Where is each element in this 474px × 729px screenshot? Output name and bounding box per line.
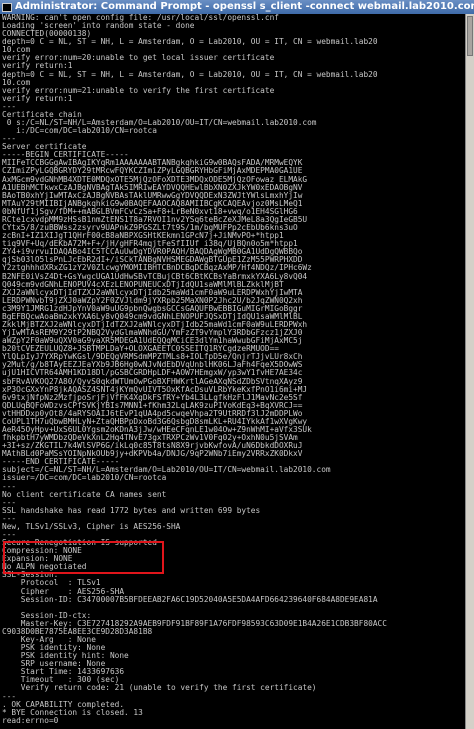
console-line: read:errno=0 [2, 716, 59, 725]
command-prompt-icon [2, 2, 12, 12]
console-line: vtHHDDxp0yOt8/4aRYSOAIJ6tEvP1qUA4pd5cwqe… [2, 409, 303, 418]
console-line: MIIFeTCCBGGgAwIBAgIKYqRm1AAAAAAABTANBgkq… [2, 159, 303, 168]
console-line: c3M9Y1JMRG1zdHJpYnV0aW9uUG9pbnQwgbsGCCsG… [2, 304, 303, 313]
console-line: --- [2, 514, 17, 523]
console-line: Certificate chain [2, 110, 82, 119]
scrollbar[interactable] [465, 14, 474, 729]
console-line: --- [2, 482, 17, 491]
title-bar: Administrator: Command Prompt - openssl … [0, 0, 474, 14]
console-line: AxMGcm9vdGNhMB4XDTE0MDQxOTE5MjQzOFoXDTE3… [2, 175, 308, 184]
window-title: Administrator: Command Prompt - openssl … [15, 1, 474, 12]
ssl-session-highlight [3, 541, 164, 574]
console-line: Cipher : AES256-SHA [2, 587, 125, 596]
console-line: verify error:num=20:unable to get local … [2, 54, 275, 63]
console-line: --- [2, 102, 17, 111]
console-line: Verify return code: 21 (unable to verify… [2, 684, 317, 693]
console-line: --- [2, 498, 17, 507]
console-line: CZImiZPyLGQBGRYDY29tMRcwFQYKCZImiZPyLGQB… [2, 167, 303, 176]
console-line: xP3OcGXxYnP8jkAQASZ4SNT4jKYmQvUIVT5OxKfA… [2, 385, 308, 394]
console-line: aWZpY2F0aW9uQXV0aG9yaXR5MDEGA1UdEQQqMCiC… [2, 337, 303, 346]
console-line: Session-ID-ctx: [2, 611, 92, 620]
console-line: CoUPL1TH7uQbwBMHLyN+ZtaQHBPpDxoBd3G6Qsbg… [2, 417, 308, 426]
console-line: * BYE Connection is closed. 13 [2, 708, 143, 717]
console-line: issuer=/DC=com/DC=lab2010/CN=rootca [2, 474, 167, 483]
console-line: 0 s:/C=NL/ST=NH/L=Amsterdam/O=Lab2010/OU… [2, 119, 317, 128]
console-line: depth=0 C = NL, ST = NH, L = Amsterdam, … [2, 38, 378, 47]
console-line: PSK identity: None [2, 644, 106, 653]
console-line: --- [2, 135, 17, 144]
console-line: Key-Arg : None [2, 636, 96, 645]
console-line: i:/DC=com/DC=lab2010/CN=rootca [2, 127, 157, 136]
console-output[interactable]: WARNING: can't open config file: /usr/lo… [0, 14, 466, 729]
console-line: Y2ztghhhdXRxZG1zY2V0ZlcwgYMOMIIBHTCBnDCB… [2, 264, 312, 273]
console-line: Protocol : TLSv1 [2, 579, 101, 588]
console-line: 0bNfUf1jSgv/fDM++mABGLBVmFCvCzSa+F8+LrBe… [2, 207, 298, 216]
console-line: --- [2, 531, 17, 539]
console-line: ZXJ2aWNlcyxDTjIdTZXJ2aWNlcyxDTjIdb25maWd… [2, 288, 303, 297]
console-line: 10.com [2, 78, 31, 87]
console-line: Master-Key: C3E727418292A9AEB9FDF91BF89F… [2, 619, 387, 628]
console-line: QDLUqBQFoWDzvsCPfSVKjYBIs7MNN1+fKhm32LqL… [2, 401, 303, 410]
console-line: A1UEBhMCTkwxCzAJBgNVBAgTAk5IMRIwEAYDVQQH… [2, 183, 303, 192]
console-line: C9038D0BE7875EA8EE3CE9D28D3A81B8 [2, 627, 153, 636]
console-line: SRP username: None [2, 660, 106, 669]
console-line: PSK identity hint: None [2, 652, 129, 661]
console-line: CYtx5/8/zuBBWss2zsyrv9UAPnkZ9PGSZLt7t9S/… [2, 224, 298, 233]
console-line: 6v9txjNfpNz2MzfjpoSrjFjVfFK4XgDkFSfRY+Yb… [2, 393, 303, 402]
console-line: MAthBLd0PaMSsYOINpNkOUb9jy+dKPVb4a/DNJG/… [2, 450, 303, 459]
console-line: tiq9VF+Uq/dEKbA72M+F+/jH/gHFR4mqjtFeSfII… [2, 240, 298, 249]
console-line: Timeout : 300 (sec) [2, 676, 120, 685]
console-line: 10.com [2, 46, 31, 55]
console-line: BAoTB0xhYjIwMTAxCzAJBgNVBAsTAklUMRwwGgYD… [2, 191, 303, 200]
console-line: LERDPWNvbT9jZXJ0aWZpY2F0ZVJldm9jYXRpb25M… [2, 296, 303, 305]
console-line: verify return:1 [2, 62, 73, 71]
console-line: subject=/C=NL/ST=NH/L=Amsterdam/O=Lab201… [2, 466, 331, 475]
console-line: Session-ID: C34700007B5BFDEEAB2FA6C19D52… [2, 595, 378, 604]
console-line: -----END CERTIFICATE----- [2, 458, 120, 467]
console-line: Q049cm9vdGNhLENOPUV4cXEzLENOPUNEUCxDTjId… [2, 280, 284, 289]
console-line: CONNECTED(00000138) [2, 30, 92, 39]
console-line: y2Mut/g/b8TAyEEZJEaYXb9JB6Hg0wNJvNdEbDVq… [2, 361, 303, 370]
console-line: ujU1HICVTR64AMH1KD18Dl/pGSBCGRDHpLDF+AOW… [2, 369, 303, 378]
console-line: New, TLSv1/SSLv3, Cipher is AES256-SHA [2, 522, 181, 531]
console-line: fhkpbtH7yWMDbzQDeVkXnL2Hq4TNvE73gxTRXPCz… [2, 434, 298, 443]
console-line: No client certificate CA names sent [2, 490, 167, 499]
console-line: AeR45OyHpv+UxS6UL0Ygsm2oKDnA3jJw/wHEeCFq… [2, 425, 312, 434]
console-line: sbFRvAVKOQ27A80/QyvS0qkdWTUmOwPGoBXFHWKr… [2, 377, 303, 386]
console-line: verify error:num=21:unable to verify the… [2, 86, 275, 95]
console-line: WARNING: can't open config file: /usr/lo… [2, 14, 279, 22]
console-line: ZY4+i9vrvuIDAQABo4IC5TCCAuUwDgYDVR0PAQH/… [2, 248, 303, 257]
console-line: zcBnI+IZ1XIJgT1QHrF00cB8aNBPXGSHtKEkmn1G… [2, 232, 284, 241]
console-line: ZkklMjBTZXJ2aWNlcyxDTjIdTZXJ2aWNlcyxDTjI… [2, 320, 308, 329]
console-line: YlQLpIyJ7YXRpYwKGsl/9DEQgVRMSdmMPZTMLs8+… [2, 353, 303, 362]
console-line: BgEFBQcwAoaBm2xkYXA6Ly8vQ049cm9vdGNhLENO… [2, 312, 303, 321]
console-line: depth=0 C = NL, ST = NH, L = Amsterdam, … [2, 70, 378, 79]
console-line: Server certificate [2, 143, 87, 152]
console-line: qjSb03lO5lsPnLJcEbR2dI+/iSCkTANBgNVHSMEG… [2, 256, 303, 265]
console-line: B2NFE0iVsZ4Dt+GsYwgcUGA1UdHwSBvTCBujCBt6… [2, 272, 308, 281]
console-line: b20tCVEZEULUQZ8+JSBTMPLDaY+OLOXGAEETC0SS… [2, 345, 279, 354]
console-line: MTAuY29tMIIBIjANBgkqhkiG9w0BAQEFAAOCAQ8A… [2, 199, 303, 208]
console-line: verify return:1 [2, 94, 73, 103]
console-line: -----BEGIN CERTIFICATE----- [2, 151, 129, 160]
console-line: Start Time: 1433697636 [2, 668, 125, 677]
scroll-thumb[interactable] [467, 16, 473, 56]
console-line: RCte1cxvdpMM9zHSsB1nmZtENS1T8a7RVOI1nv2Y… [2, 215, 308, 224]
console-line: --- [2, 692, 17, 701]
console-line: SSL handshake has read 1772 bytes and wr… [2, 506, 261, 515]
console-line: +3I+sz/ZKGTIL7k4WlSVP6G/ikLq0c85T8tsN8X9… [2, 442, 303, 451]
console-line: YjIwMTAsREM9Y29tP2NBQ2VydGlmaWNhdGU/YmFz… [2, 329, 303, 338]
console-line: . OK CAPABILITY completed. [2, 700, 125, 709]
console-line: Loading 'screen' into random state - don… [2, 22, 195, 31]
